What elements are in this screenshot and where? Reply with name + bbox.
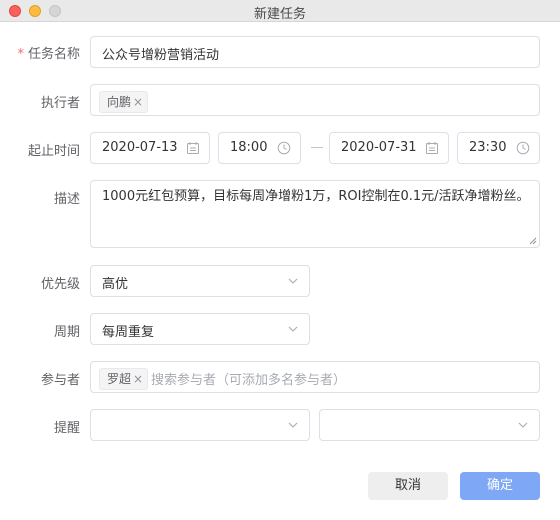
- title-bar: 新建任务: [0, 0, 560, 22]
- assignee-tag: 向鹏 ×: [99, 91, 149, 113]
- end-date-picker[interactable]: 2020-07-31: [329, 132, 449, 164]
- chevron-down-icon: [288, 326, 298, 332]
- start-date-value: 2020-07-13: [102, 140, 178, 155]
- reminder-select-2[interactable]: [319, 409, 540, 441]
- task-name-value: 公众号增粉营销活动: [102, 48, 220, 63]
- confirm-button[interactable]: 确定: [460, 472, 540, 500]
- cancel-button[interactable]: 取消: [368, 472, 448, 500]
- tag-remove-icon[interactable]: ×: [133, 92, 143, 112]
- cycle-label: 周期: [53, 325, 80, 340]
- start-time-value: 18:00: [230, 140, 268, 155]
- chevron-down-icon: [518, 422, 528, 428]
- calendar-icon: [187, 142, 199, 154]
- required-mark: *: [17, 47, 24, 62]
- reminder-select-1[interactable]: [90, 409, 310, 441]
- end-time-value: 23:30: [469, 140, 507, 155]
- assignee-label: 执行者: [40, 96, 80, 111]
- chevron-down-icon: [288, 278, 298, 284]
- description-label: 描述: [53, 192, 80, 207]
- start-date-picker[interactable]: 2020-07-13: [90, 132, 210, 164]
- priority-select[interactable]: 高优: [90, 265, 310, 297]
- cycle-value: 每周重复: [102, 325, 155, 340]
- assignee-tag-label: 向鹏: [107, 95, 132, 109]
- priority-label: 优先级: [40, 277, 80, 292]
- task-name-input[interactable]: 公众号增粉营销活动: [90, 36, 540, 68]
- end-date-value: 2020-07-31: [341, 140, 417, 155]
- assignee-input[interactable]: 向鹏 ×: [90, 84, 540, 116]
- resize-handle-icon[interactable]: [529, 237, 537, 245]
- description-value: 1000元红包预算，目标每周净增粉1万，ROI控制在0.1元/活跃净增粉丝。: [102, 189, 530, 204]
- clock-icon: [277, 141, 291, 155]
- calendar-icon: [426, 142, 438, 154]
- time-range-label: 起止时间: [27, 144, 80, 159]
- participants-label: 参与者: [40, 373, 80, 388]
- cycle-select[interactable]: 每周重复: [90, 313, 310, 345]
- clock-icon: [516, 141, 530, 155]
- participants-input[interactable]: 罗超 × 搜索参与者（可添加多名参与者）: [90, 361, 540, 393]
- end-time-picker[interactable]: 23:30: [457, 132, 540, 164]
- task-name-label: * 任务名称: [17, 43, 80, 62]
- start-time-picker[interactable]: 18:00: [218, 132, 301, 164]
- tag-remove-icon[interactable]: ×: [133, 369, 143, 389]
- window-title: 新建任务: [253, 7, 306, 22]
- chevron-down-icon: [288, 422, 298, 428]
- participant-tag-label: 罗超: [107, 372, 132, 386]
- participant-tag: 罗超 ×: [99, 368, 149, 390]
- description-textarea[interactable]: 1000元红包预算，目标每周净增粉1万，ROI控制在0.1元/活跃净增粉丝。: [90, 180, 540, 248]
- participants-placeholder: 搜索参与者（可添加多名参与者）: [151, 373, 347, 388]
- range-separator: [311, 147, 323, 148]
- task-name-label-text: 任务名称: [27, 47, 80, 62]
- priority-value: 高优: [102, 277, 129, 292]
- reminder-label: 提醒: [53, 421, 80, 436]
